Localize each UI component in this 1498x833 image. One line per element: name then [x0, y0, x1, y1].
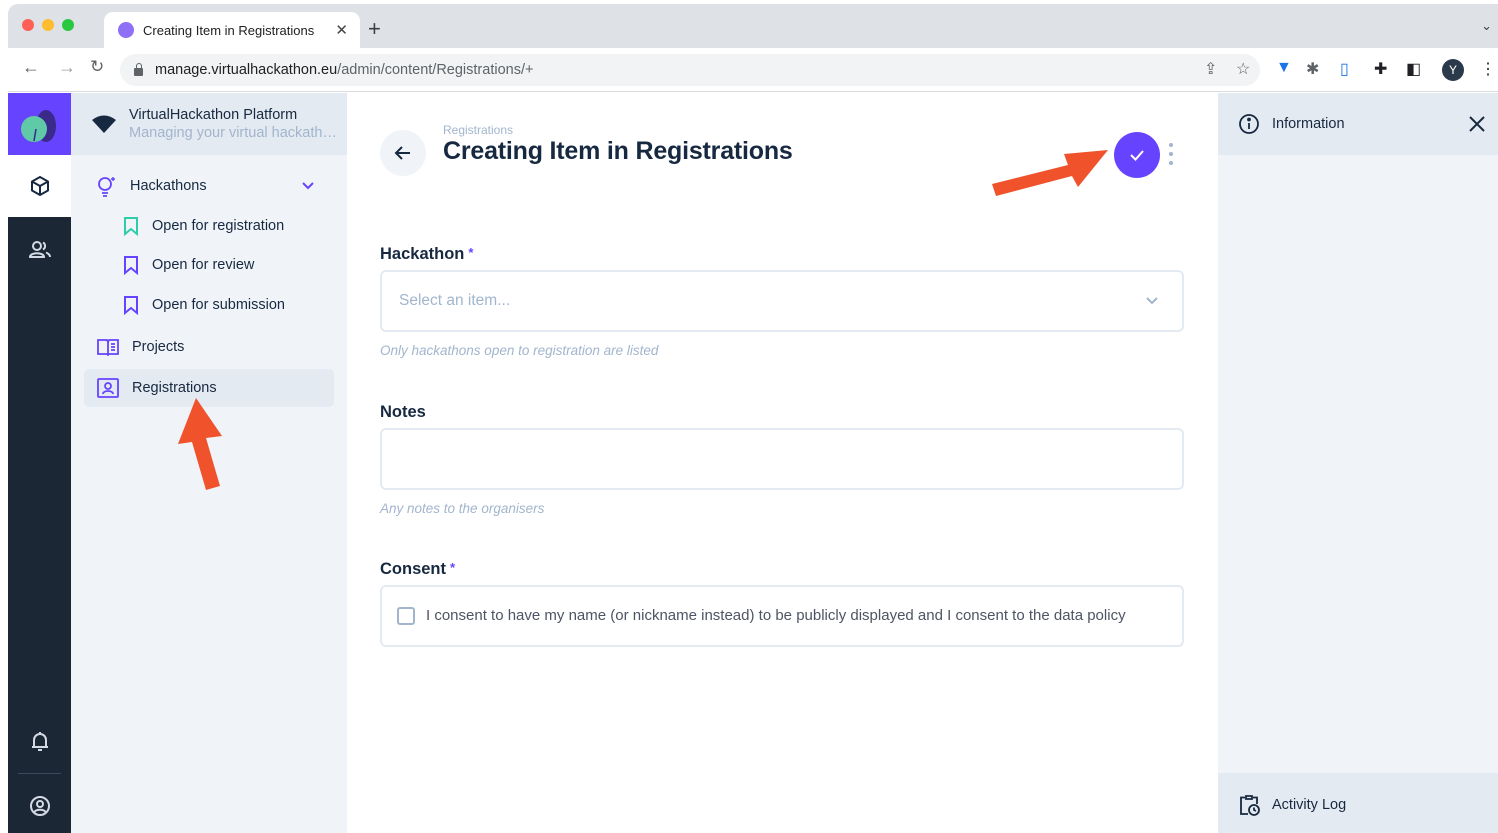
hackathon-select[interactable]: Select an item... — [380, 270, 1184, 332]
sidebar-item-hackathons[interactable]: Hackathons — [84, 167, 334, 205]
close-window-button[interactable] — [22, 19, 34, 31]
content-module-button[interactable] — [8, 155, 71, 217]
notifications-button[interactable] — [8, 711, 71, 773]
bell-icon — [31, 732, 48, 751]
consent-label: Consent * — [380, 560, 456, 578]
users-module-button[interactable] — [8, 219, 71, 281]
consent-text[interactable]: I consent to have my name (or nickname i… — [426, 607, 1126, 624]
profile-avatar[interactable]: Y — [1442, 59, 1464, 81]
users-icon — [28, 241, 51, 258]
browser-window: Creating Item in Registrations ✕ + ⌄ ← →… — [8, 4, 1498, 833]
navigation-sidebar: VirtualHackathon Platform Managing your … — [71, 93, 347, 833]
url-path: /admin/content/Registrations/+ — [337, 62, 534, 78]
new-tab-icon[interactable]: + — [368, 16, 381, 42]
zoom-window-button[interactable] — [62, 19, 74, 31]
info-sidebar: Information Activity Log — [1218, 93, 1498, 833]
activity-log-button[interactable]: Activity Log — [1218, 773, 1498, 833]
extension-v-icon[interactable]: ▼ — [1276, 59, 1292, 77]
clipboard-clock-icon — [1240, 795, 1260, 816]
url-host: manage.virtualhackathon.eu — [155, 62, 338, 78]
close-tab-icon[interactable]: ✕ — [335, 21, 348, 39]
account-circle-icon — [29, 796, 50, 816]
sidebar-item-label: Open for registration — [152, 218, 285, 234]
back-nav-icon[interactable]: ← — [22, 57, 40, 78]
back-button[interactable] — [380, 130, 426, 176]
project-logo[interactable] — [8, 93, 71, 155]
sidebar-item-open-for-submission[interactable]: Open for submission — [122, 286, 285, 324]
bookmark-green-icon — [124, 217, 138, 236]
breadcrumb[interactable]: Registrations — [443, 123, 513, 137]
browser-menu-icon[interactable]: ⋮ — [1480, 59, 1496, 79]
lightbulb-icon — [98, 177, 115, 197]
hackathon-hint: Only hackathons open to registration are… — [380, 343, 659, 358]
sidebar-item-open-for-review[interactable]: Open for review — [122, 246, 254, 284]
app-area: VirtualHackathon Platform Managing your … — [8, 93, 1498, 833]
open-book-icon — [97, 339, 119, 357]
sidebar-item-label: Registrations — [132, 380, 217, 396]
tab-strip: Creating Item in Registrations ✕ + ⌄ — [8, 4, 1498, 48]
consent-checkbox[interactable] — [397, 607, 415, 625]
module-rail — [8, 93, 71, 833]
wifi-icon — [92, 115, 116, 133]
browser-tab[interactable]: Creating Item in Registrations ✕ — [104, 12, 360, 48]
share-icon[interactable]: ⇪ — [1204, 59, 1217, 79]
sidebar-item-label: Hackathons — [130, 178, 207, 194]
side-panel-icon[interactable]: ◧ — [1406, 59, 1421, 79]
info-icon — [1239, 114, 1259, 134]
notes-hint: Any notes to the organisers — [380, 501, 545, 516]
reload-icon[interactable]: ↻ — [90, 57, 104, 77]
cube-icon — [30, 176, 49, 196]
consent-field: I consent to have my name (or nickname i… — [380, 585, 1184, 647]
sidebar-item-label: Open for submission — [152, 297, 285, 313]
leaf-logo-icon — [21, 110, 56, 142]
tab-title: Creating Item in Registrations — [143, 22, 315, 38]
activity-log-label: Activity Log — [1272, 797, 1347, 813]
user-account-button[interactable] — [8, 775, 71, 833]
sidebar-item-registrations[interactable]: Registrations — [84, 369, 334, 407]
main-content: Registrations Creating Item in Registrat… — [347, 93, 1218, 833]
tab-search-chevron-icon[interactable]: ⌄ — [1481, 18, 1492, 34]
bookmark-purple-icon — [124, 256, 138, 275]
sidebar-item-projects[interactable]: Projects — [96, 328, 184, 366]
minimize-window-button[interactable] — [42, 19, 54, 31]
sidebar-item-label: Projects — [132, 339, 185, 355]
save-button[interactable] — [1114, 132, 1160, 178]
sidebar-item-open-for-registration[interactable]: Open for registration — [122, 207, 284, 245]
sidebar-item-label: Open for review — [152, 257, 255, 273]
notes-input[interactable] — [380, 428, 1184, 490]
contact-card-icon — [97, 378, 119, 398]
forward-nav-icon[interactable]: → — [58, 57, 76, 78]
browser-toolbar: ← → ↻ manage.virtualhackathon.eu/admin/c… — [8, 48, 1498, 92]
hackathon-label: Hackathon * — [380, 245, 474, 263]
chevron-down-icon[interactable] — [300, 178, 316, 194]
extension-bug-icon[interactable]: ✱ — [1306, 59, 1319, 79]
hackathon-placeholder: Select an item... — [399, 292, 511, 309]
check-icon — [1130, 150, 1144, 161]
address-bar[interactable]: manage.virtualhackathon.eu/admin/content… — [120, 54, 1260, 86]
arrow-left-icon — [394, 146, 410, 160]
project-header[interactable]: VirtualHackathon Platform Managing your … — [71, 93, 347, 155]
bookmark-purple-icon — [124, 296, 138, 315]
extensions-puzzle-icon[interactable]: ✚ — [1374, 59, 1387, 79]
page-title: Creating Item in Registrations — [443, 137, 793, 165]
more-options-icon[interactable] — [1169, 143, 1173, 165]
project-subtitle: Managing your virtual hackathons — [129, 125, 345, 141]
favicon-icon — [118, 22, 134, 38]
lock-icon — [134, 62, 143, 76]
window-controls — [22, 19, 74, 31]
notes-label: Notes — [380, 403, 426, 421]
extension-doc-icon[interactable]: ▯ — [1340, 59, 1349, 79]
information-header[interactable]: Information — [1218, 93, 1498, 155]
rail-divider — [18, 773, 61, 774]
information-title: Information — [1272, 116, 1345, 132]
bookmark-star-icon[interactable]: ☆ — [1236, 59, 1250, 79]
close-icon[interactable] — [1468, 115, 1486, 133]
chevron-down-icon — [1146, 297, 1158, 305]
project-name: VirtualHackathon Platform — [129, 107, 298, 123]
